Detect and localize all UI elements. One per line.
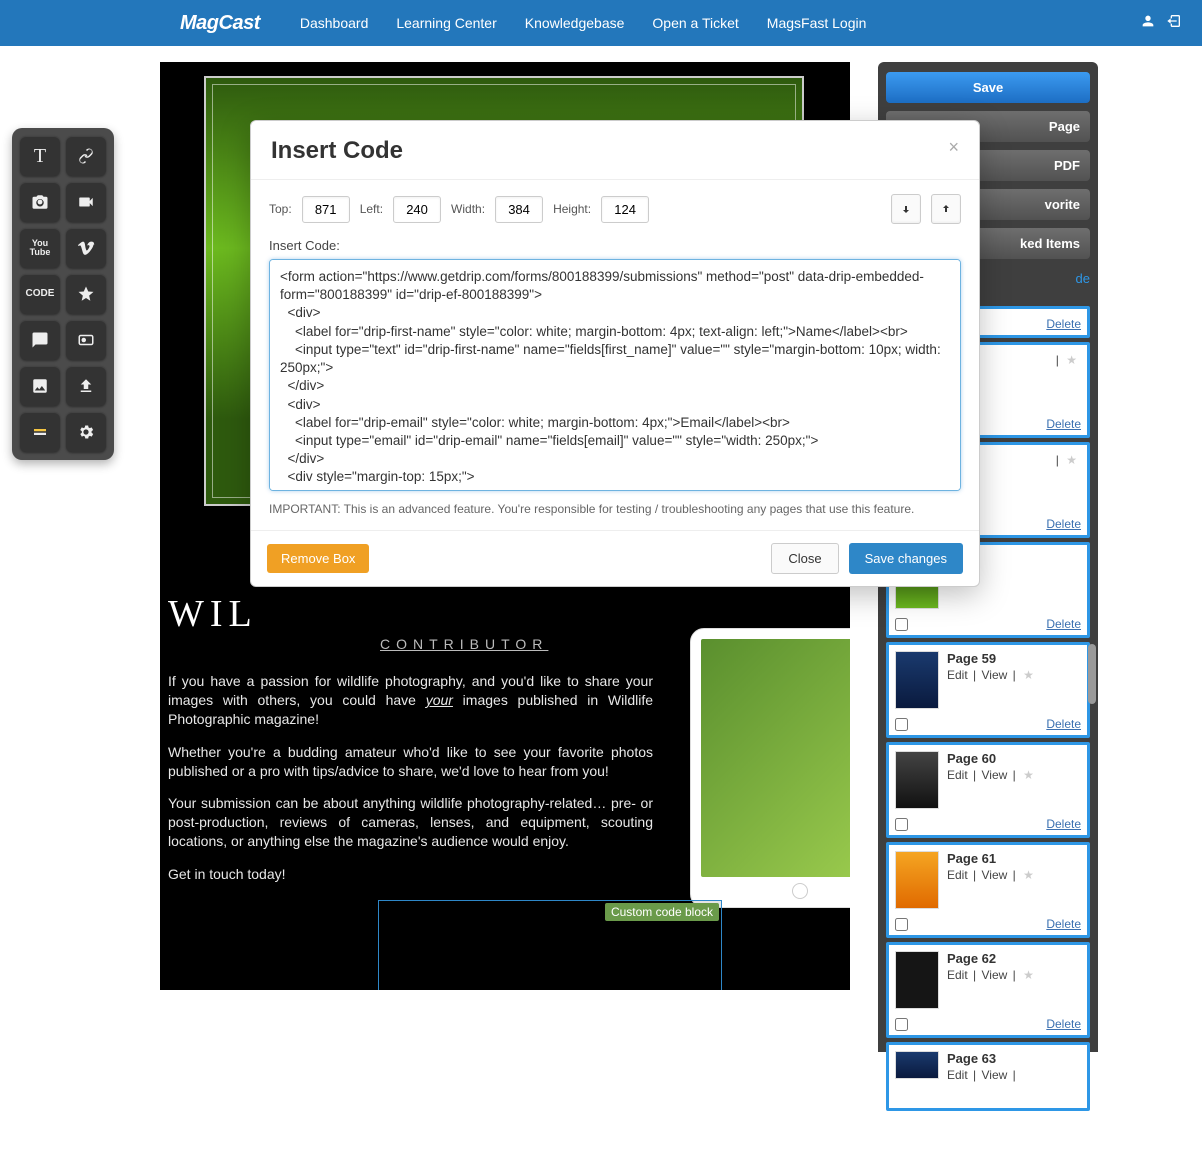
insert-code-label: Insert Code: [269,238,961,253]
user-icon[interactable] [1140,13,1156,34]
page-heading: WIL [168,592,258,636]
top-input[interactable] [302,196,350,223]
page-card[interactable]: Page 60 Edit | View | ★ Delete [886,742,1090,838]
send-back-button[interactable] [891,194,921,224]
page-thumbnail [895,751,939,809]
save-button[interactable]: Save [886,72,1090,103]
star-icon[interactable]: ★ [1023,668,1034,682]
page-thumbnail [895,851,939,909]
delete-link[interactable]: Delete [1046,617,1081,631]
height-input[interactable] [601,196,649,223]
code-textarea[interactable] [269,259,961,491]
delete-link[interactable]: Delete [1046,517,1081,531]
delete-link[interactable]: Delete [1046,1017,1081,1031]
star-icon[interactable]: ★ [1023,868,1034,882]
star-icon[interactable]: ★ [1023,968,1034,982]
modal-close-icon[interactable]: × [948,137,959,158]
insert-code-modal: Insert Code × Top: Left: Width: Height: … [250,120,980,587]
edit-link[interactable]: Edit [947,868,968,882]
save-changes-button[interactable]: Save changes [849,543,963,574]
page-title: Page 59 [947,651,1034,666]
modal-note: IMPORTANT: This is an advanced feature. … [269,502,961,516]
close-button[interactable]: Close [771,543,838,574]
tablet-mockup [690,628,850,908]
bring-front-button[interactable] [931,194,961,224]
scrollbar-thumb[interactable] [1088,644,1096,704]
edit-link[interactable]: Edit [947,968,968,982]
nav-dashboard[interactable]: Dashboard [300,15,369,31]
page-title: Page 62 [947,951,1034,966]
custom-code-block[interactable]: Custom code block [378,900,722,990]
delete-link[interactable]: Delete [1046,917,1081,931]
top-nav-right [1140,13,1182,34]
page-subtitle: CONTRIBUTOR [380,636,548,652]
page-checkbox[interactable] [895,718,908,731]
view-link[interactable]: View [982,868,1008,882]
page-card[interactable]: Page 61 Edit | View | ★ Delete [886,842,1090,938]
delete-link[interactable]: Delete [1046,817,1081,831]
custom-code-badge: Custom code block [605,903,719,921]
page-thumbnail [895,651,939,709]
edit-link[interactable]: Edit [947,1068,968,1082]
width-input[interactable] [495,196,543,223]
view-link[interactable]: View [982,668,1008,682]
nav-magsfast-login[interactable]: MagsFast Login [767,15,867,31]
modal-title: Insert Code [271,137,403,165]
nav-learning-center[interactable]: Learning Center [396,15,496,31]
top-label: Top: [269,202,292,216]
star-icon[interactable]: ★ [1066,453,1077,467]
delete-link[interactable]: Delete [1046,317,1081,331]
width-label: Width: [451,202,485,216]
page-checkbox[interactable] [895,918,908,931]
brand-logo[interactable]: MagCast [180,12,260,35]
height-label: Height: [553,202,591,216]
view-link[interactable]: View [982,968,1008,982]
page-checkbox[interactable] [895,618,908,631]
nav-open-ticket[interactable]: Open a Ticket [652,15,738,31]
star-icon[interactable]: ★ [1066,353,1077,367]
top-nav: MagCast Dashboard Learning Center Knowle… [0,0,1202,46]
edit-link[interactable]: Edit [947,768,968,782]
page-card[interactable]: Page 59 Edit | View | ★ Delete [886,642,1090,738]
page-title: Page 63 [947,1051,1018,1066]
page-card[interactable]: Page 63 Edit | View | [886,1042,1090,1111]
nav-knowledgebase[interactable]: Knowledgebase [525,15,625,31]
top-nav-links: Dashboard Learning Center Knowledgebase … [300,15,867,31]
page-card[interactable]: Page 62 Edit | View | ★ Delete [886,942,1090,1038]
page-checkbox[interactable] [895,818,908,831]
delete-link[interactable]: Delete [1046,417,1081,431]
delete-link[interactable]: Delete [1046,717,1081,731]
page-checkbox[interactable] [895,1018,908,1031]
body-copy: If you have a passion for wildlife photo… [168,672,653,898]
page-title: Page 60 [947,751,1034,766]
view-link[interactable]: View [982,1068,1008,1082]
page-thumbnail [895,1051,939,1079]
logout-icon[interactable] [1166,13,1182,34]
edit-link[interactable]: Edit [947,668,968,682]
left-input[interactable] [393,196,441,223]
page-title: Page 61 [947,851,1034,866]
left-label: Left: [360,202,383,216]
view-link[interactable]: View [982,768,1008,782]
remove-box-button[interactable]: Remove Box [267,544,369,573]
page-thumbnail [895,951,939,1009]
star-icon[interactable]: ★ [1023,768,1034,782]
top-nav-left: MagCast Dashboard Learning Center Knowle… [20,12,866,35]
